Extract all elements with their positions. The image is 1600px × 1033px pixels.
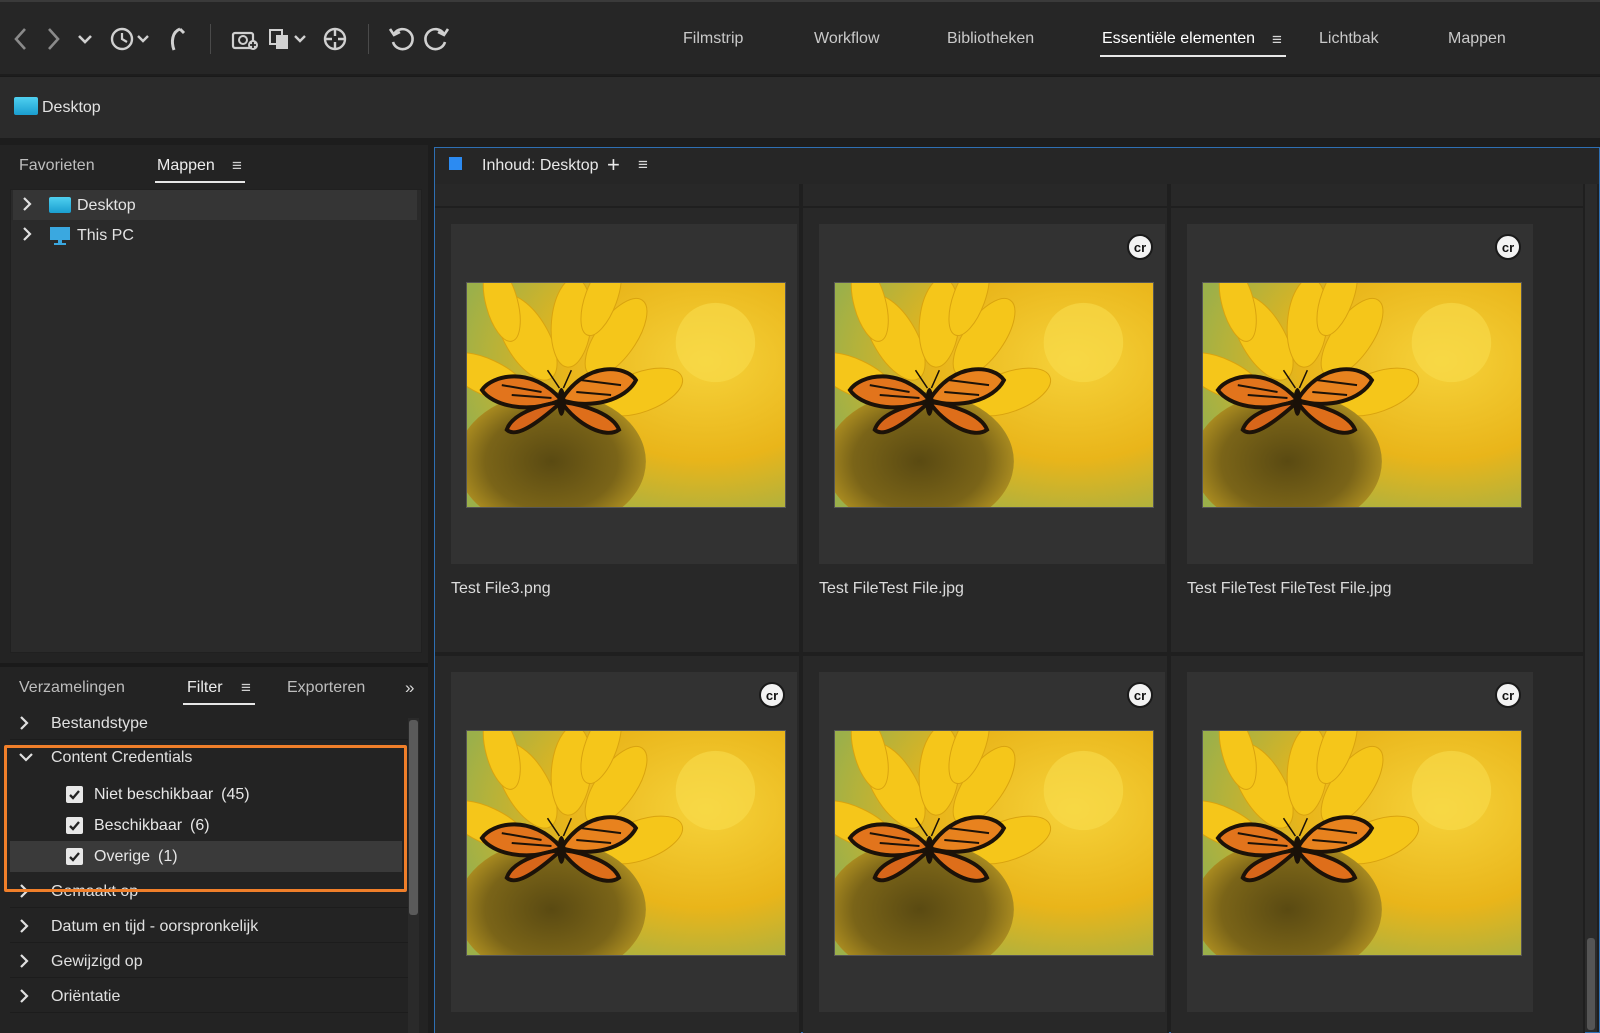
workspace-tab-libraries[interactable]: Bibliotheken xyxy=(947,30,1034,48)
tree-item-label: This PC xyxy=(77,227,134,244)
content-header: Inhoud: Desktop + ≡ xyxy=(435,148,1599,184)
filter-label: Oriëntatie xyxy=(51,988,121,1005)
content-credentials-badge-icon[interactable]: cr xyxy=(1495,682,1521,708)
tab-favorites[interactable]: Favorieten xyxy=(19,157,95,175)
workspace-tab-filmstrip[interactable]: Filmstrip xyxy=(683,30,743,48)
tree-item-this-pc[interactable]: This PC xyxy=(13,220,417,250)
rotate-left-icon[interactable] xyxy=(384,22,418,56)
tree-item-desktop[interactable]: Desktop xyxy=(13,190,417,220)
path-bar: Desktop xyxy=(0,76,1600,138)
thumbnail-card[interactable]: cr xyxy=(1171,656,1585,1033)
content-scrollbar[interactable] xyxy=(1585,184,1597,1032)
tab-filter[interactable]: Filter xyxy=(187,679,223,697)
breadcrumb-desktop[interactable]: Desktop xyxy=(42,99,101,117)
back-arrow-icon[interactable] xyxy=(4,22,38,56)
forward-arrow-icon[interactable] xyxy=(36,22,70,56)
filter-orientation[interactable]: Oriëntatie xyxy=(10,980,408,1013)
tree-item-label: Desktop xyxy=(77,197,136,214)
active-workspace-underline xyxy=(1100,55,1286,57)
filter-date-time-original[interactable]: Datum en tijd - oorspronkelijk xyxy=(10,910,408,943)
content-title: Inhoud: Desktop xyxy=(482,157,599,174)
workspace-menu-icon[interactable]: ≡ xyxy=(1272,30,1282,50)
file-name[interactable]: Test File3.png xyxy=(451,580,551,598)
butterfly-sunflower-photo xyxy=(834,282,1154,508)
panel-menu-icon[interactable]: ≡ xyxy=(232,156,242,176)
camera-get-photos-icon[interactable] xyxy=(228,22,262,56)
tab-collections[interactable]: Verzamelingen xyxy=(19,679,125,697)
thumbnail-card[interactable]: cr Test FileTest FileTest File.jpg xyxy=(1171,208,1585,652)
folder-tree: Desktop This PC xyxy=(10,189,422,653)
folders-panel: Favorieten Mappen ≡ Desktop This PC xyxy=(0,145,428,663)
file-name[interactable]: Test FileTest FileTest File.jpg xyxy=(1187,580,1392,598)
chevron-right-icon[interactable] xyxy=(18,715,30,731)
butterfly-sunflower-photo xyxy=(834,730,1154,956)
thumbnail-frame: cr xyxy=(819,672,1165,1012)
content-credentials-highlight xyxy=(4,745,407,892)
content-panel: Inhoud: Desktop + ≡ Test File3.png cr Te… xyxy=(434,147,1600,1033)
chevron-down-icon[interactable] xyxy=(68,22,102,56)
tab-export[interactable]: Exporteren xyxy=(287,679,365,697)
computer-icon xyxy=(50,227,70,245)
chevron-right-icon[interactable] xyxy=(18,918,30,934)
workspace-tab-workflow[interactable]: Workflow xyxy=(814,30,880,48)
thumbnail-frame: cr xyxy=(819,224,1165,564)
butterfly-sunflower-photo xyxy=(466,730,786,956)
workspace-tab-light-table[interactable]: Lichtbak xyxy=(1319,30,1379,48)
chevron-right-icon[interactable] xyxy=(18,953,30,969)
copy-icon[interactable] xyxy=(266,22,312,56)
tab-folders[interactable]: Mappen xyxy=(157,157,215,175)
top-toolbar: Filmstrip Workflow Bibliotheken Essentië… xyxy=(0,0,1600,74)
thumbnail-card[interactable]: cr xyxy=(435,656,801,1033)
panel-menu-icon[interactable]: ≡ xyxy=(241,678,251,698)
thumbnail-frame: cr xyxy=(451,672,797,1012)
thumbnail-frame: cr xyxy=(1187,224,1533,564)
boomerang-icon[interactable] xyxy=(160,22,194,56)
chevron-right-icon[interactable] xyxy=(18,988,30,1004)
filter-label: Gewijzigd op xyxy=(51,953,143,970)
filter-label: Datum en tijd - oorspronkelijk xyxy=(51,918,259,935)
content-menu-icon[interactable]: ≡ xyxy=(638,155,648,175)
grid-row-stub xyxy=(1171,184,1585,206)
chevron-right-icon[interactable] xyxy=(21,226,33,242)
content-credentials-badge-icon[interactable]: cr xyxy=(759,682,785,708)
content-scrollbar-thumb[interactable] xyxy=(1587,938,1595,1030)
add-tab-icon[interactable]: + xyxy=(607,152,620,178)
desktop-folder-icon xyxy=(49,197,71,213)
grid-row-stub xyxy=(803,184,1169,206)
file-name[interactable]: Test FileTest File.jpg xyxy=(819,580,964,598)
butterfly-sunflower-photo xyxy=(1202,730,1522,956)
active-tab-underline xyxy=(183,703,255,705)
grid-row-stub xyxy=(435,184,801,206)
filter-label: Bestandstype xyxy=(51,715,148,732)
filter-modified-on[interactable]: Gewijzigd op xyxy=(10,945,408,978)
content-panel-icon xyxy=(449,157,462,170)
expand-panels-icon[interactable]: » xyxy=(405,678,414,698)
content-credentials-badge-icon[interactable]: cr xyxy=(1495,234,1521,260)
workspace-tab-folders[interactable]: Mappen xyxy=(1448,30,1506,48)
workspace-tab-essentials[interactable]: Essentiële elementen xyxy=(1102,30,1255,48)
chevron-right-icon[interactable] xyxy=(21,196,33,212)
content-credentials-badge-icon[interactable]: cr xyxy=(1127,682,1153,708)
active-tab-underline xyxy=(155,181,245,183)
thumbnail-card[interactable]: cr xyxy=(803,656,1169,1033)
filter-scrollbar-thumb[interactable] xyxy=(409,720,418,915)
rotate-right-icon[interactable] xyxy=(420,22,454,56)
refine-icon[interactable] xyxy=(318,22,352,56)
desktop-folder-icon xyxy=(14,97,38,115)
filter-file-type[interactable]: Bestandstype xyxy=(10,707,408,740)
thumbnail-card[interactable]: cr Test FileTest File.jpg xyxy=(803,208,1169,652)
butterfly-sunflower-photo xyxy=(466,282,786,508)
thumbnail-frame: cr xyxy=(1187,672,1533,1012)
thumbnail-frame xyxy=(451,224,797,564)
content-credentials-badge-icon[interactable]: cr xyxy=(1127,234,1153,260)
butterfly-sunflower-photo xyxy=(1202,282,1522,508)
recent-history-icon[interactable] xyxy=(108,22,154,56)
thumbnail-card[interactable]: Test File3.png xyxy=(435,208,801,652)
